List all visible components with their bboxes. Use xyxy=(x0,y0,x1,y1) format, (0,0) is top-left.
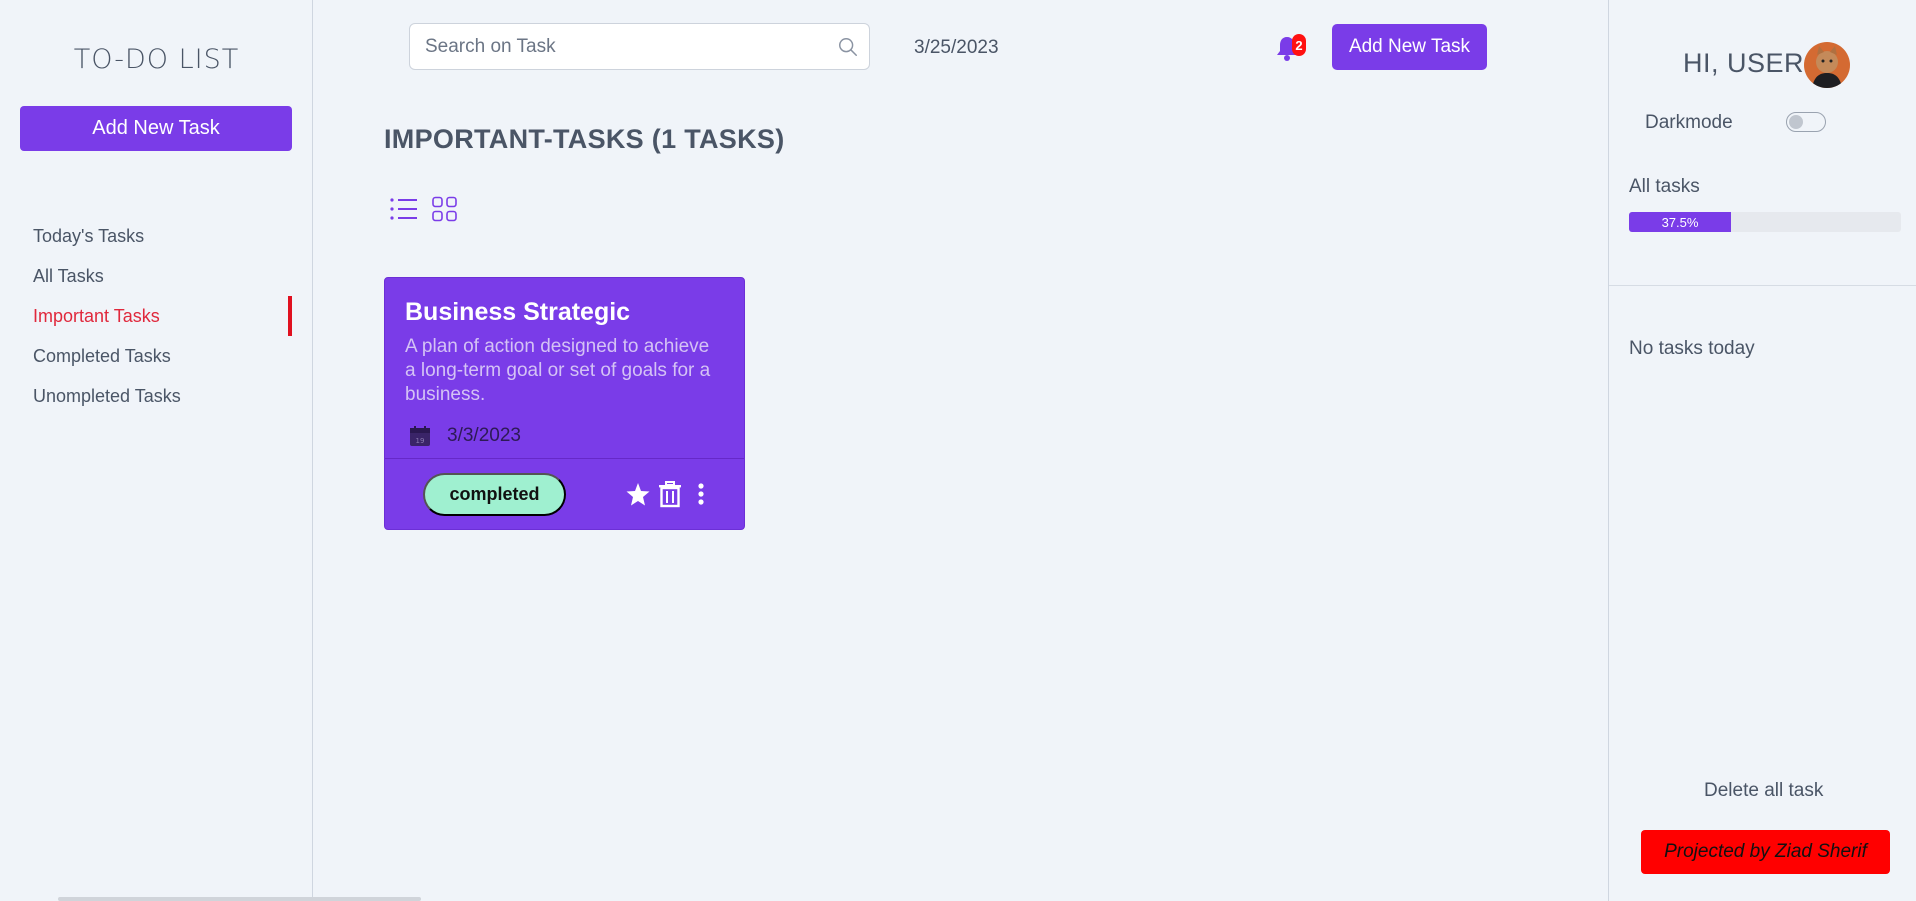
sidebar-add-task-button[interactable]: Add New Task xyxy=(20,106,292,151)
task-date-row: 19 3/3/2023 xyxy=(409,425,521,447)
sidebar-item-todays-tasks[interactable]: Today's Tasks xyxy=(0,216,313,256)
sidebar-item-all-tasks[interactable]: All Tasks xyxy=(0,256,313,296)
page-title: IMPORTANT-TASKS (1 TASKS) xyxy=(384,124,785,154)
star-icon[interactable] xyxy=(625,480,651,508)
more-options-icon[interactable] xyxy=(695,480,707,508)
card-divider xyxy=(385,458,744,459)
task-date: 3/3/2023 xyxy=(447,425,521,446)
status-badge[interactable]: completed xyxy=(423,473,566,516)
current-date: 3/25/2023 xyxy=(914,37,999,58)
trash-icon[interactable] xyxy=(657,480,683,508)
app-title: TO-DO LIST xyxy=(73,44,240,75)
list-view-icon[interactable] xyxy=(389,196,418,222)
search-box xyxy=(409,23,870,70)
user-greeting: HI, USER xyxy=(1683,48,1805,78)
darkmode-toggle[interactable] xyxy=(1786,112,1826,132)
all-tasks-label: All tasks xyxy=(1629,176,1700,197)
task-title: Business Strategic xyxy=(405,298,631,326)
darkmode-label: Darkmode xyxy=(1645,112,1733,133)
main-content: 3/25/2023 2 Add New Task IMPORTANT-TASKS… xyxy=(313,0,1608,901)
notification-badge: 2 xyxy=(1292,34,1306,56)
credit-banner[interactable]: Projected by Ziad Sherif xyxy=(1641,830,1890,874)
delete-all-tasks-link[interactable]: Delete all task xyxy=(1704,780,1823,802)
sidebar-item-completed-tasks[interactable]: Completed Tasks xyxy=(0,336,313,376)
panel-divider xyxy=(1609,285,1916,286)
task-description: A plan of action designed to achieve a l… xyxy=(405,336,711,405)
progress-bar: 37.5% xyxy=(1629,212,1901,232)
task-card[interactable]: Business Strategic A plan of action desi… xyxy=(384,277,745,530)
progress-fill: 37.5% xyxy=(1629,212,1731,232)
avatar-image xyxy=(1804,42,1850,88)
svg-text:19: 19 xyxy=(416,437,425,445)
view-toggle xyxy=(389,196,459,222)
search-input[interactable] xyxy=(410,24,830,69)
calendar-icon: 19 xyxy=(410,426,430,446)
avatar[interactable] xyxy=(1804,42,1850,88)
task-actions xyxy=(625,480,707,508)
no-tasks-message: No tasks today xyxy=(1629,338,1755,359)
horizontal-scrollbar[interactable] xyxy=(58,897,421,901)
sidebar-item-important-tasks[interactable]: Important Tasks xyxy=(0,296,313,336)
right-panel: HI, USER Darkmode All tasks 37.5% No tas… xyxy=(1608,0,1916,901)
grid-view-icon[interactable] xyxy=(430,196,459,222)
toggle-knob xyxy=(1789,115,1803,129)
sidebar-item-uncompleted-tasks[interactable]: Unompleted Tasks xyxy=(0,376,313,416)
search-icon[interactable] xyxy=(837,36,859,58)
header-add-task-button[interactable]: Add New Task xyxy=(1332,24,1487,70)
sidebar-nav: Today's Tasks All Tasks Important Tasks … xyxy=(0,216,313,416)
sidebar: TO-DO LIST Add New Task Today's Tasks Al… xyxy=(0,0,313,901)
